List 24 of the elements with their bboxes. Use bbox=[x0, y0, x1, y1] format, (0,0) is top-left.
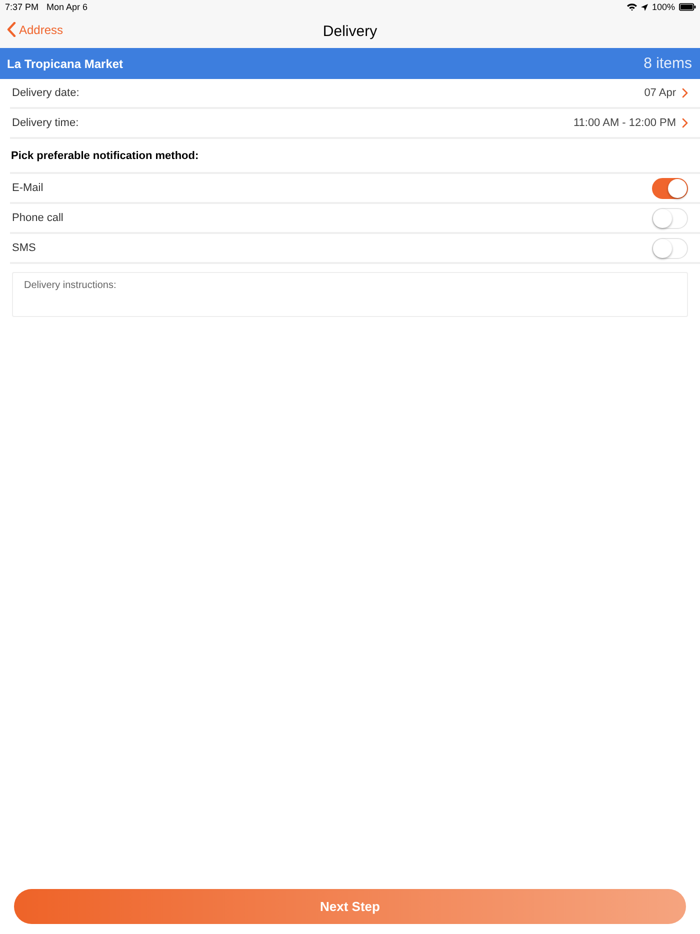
toggle-switch[interactable] bbox=[652, 178, 688, 198]
wifi-icon bbox=[626, 3, 637, 11]
item-count: 8 items bbox=[644, 55, 692, 72]
chevron-left-icon bbox=[7, 22, 16, 37]
method-label: Phone call bbox=[12, 212, 64, 224]
status-time: 7:37 PM bbox=[5, 2, 39, 12]
store-name: La Tropicana Market bbox=[7, 56, 124, 70]
chevron-right-icon bbox=[682, 88, 688, 98]
method-label: SMS bbox=[12, 242, 36, 254]
battery-icon bbox=[679, 3, 696, 11]
detail-row[interactable]: Delivery time: 11:00 AM - 12:00 PM bbox=[10, 109, 700, 139]
instructions-field[interactable]: Delivery instructions: bbox=[12, 272, 688, 317]
screen-title: Delivery bbox=[322, 22, 378, 40]
chevron-right-icon bbox=[682, 118, 688, 128]
method-label: E-Mail bbox=[12, 182, 44, 194]
detail-label: Delivery time: bbox=[12, 117, 79, 129]
detail-label: Delivery date: bbox=[12, 87, 80, 99]
section-heading: Pick preferable notification method: bbox=[11, 150, 199, 162]
location-arrow-icon bbox=[640, 4, 648, 10]
detail-value: 11:00 AM - 12:00 PM bbox=[573, 117, 676, 129]
battery-percent: 100% bbox=[652, 2, 675, 12]
detail-value: 07 Apr bbox=[644, 87, 676, 99]
status-date: Mon Apr 6 bbox=[46, 2, 88, 12]
detail-row[interactable]: Delivery date: 07 Apr bbox=[10, 79, 700, 109]
